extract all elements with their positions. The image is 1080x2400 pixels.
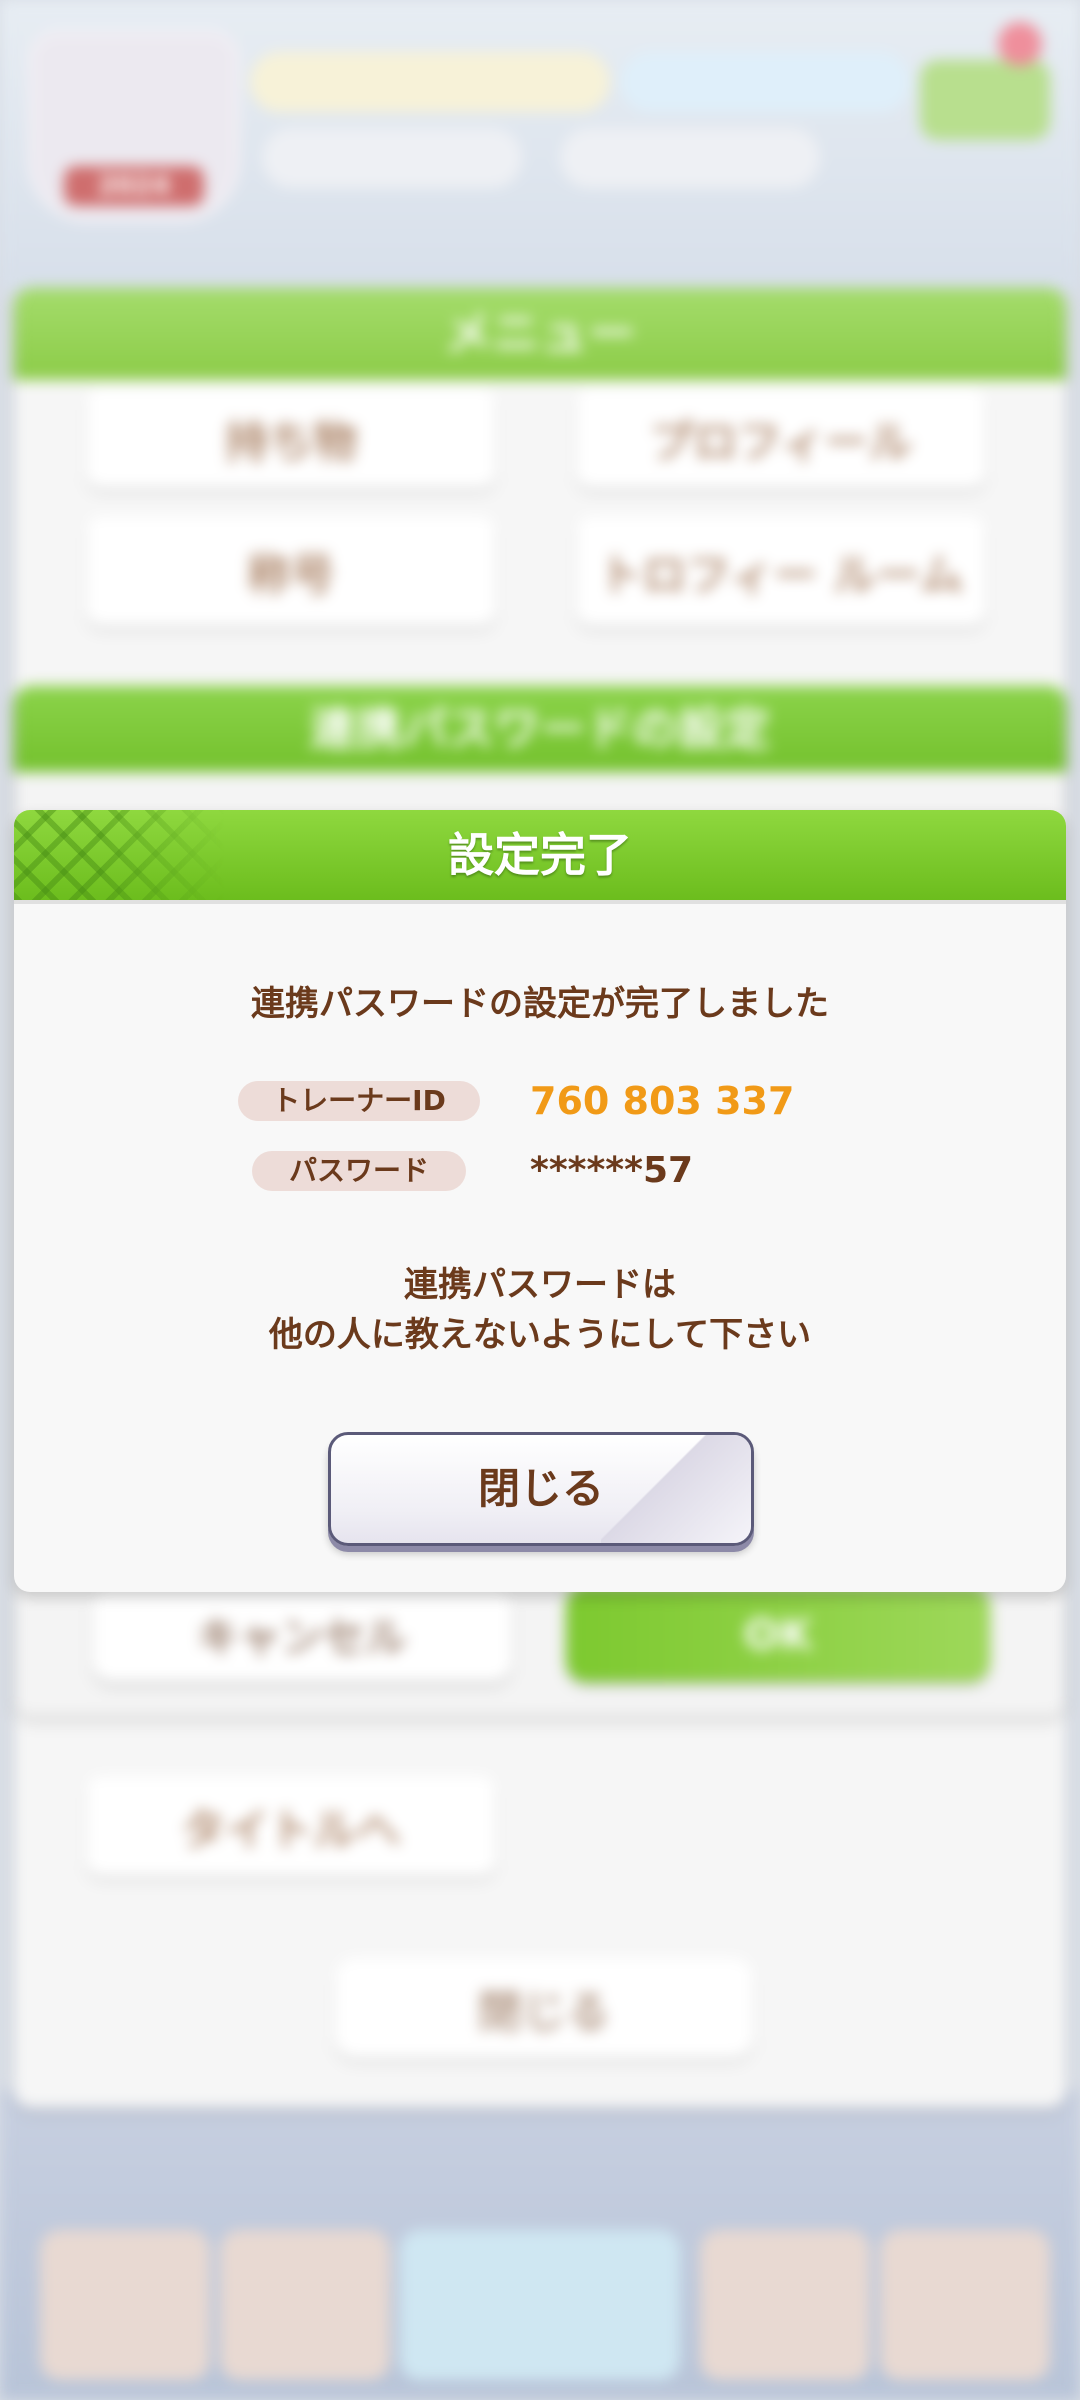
- emblem-year: 2024: [64, 166, 204, 206]
- bottom-tile: [880, 2230, 1050, 2380]
- warning-line-2: 他の人に教えないようにして下さい: [268, 1315, 812, 1355]
- password-settings-title: 連携パスワードの設定: [14, 686, 1066, 772]
- cancel-button: キャンセル: [92, 1586, 512, 1682]
- menu-item-items: 持ち物: [86, 388, 496, 488]
- menu-item-profile: プロフィール: [576, 388, 986, 488]
- menu-item-trophy-room: トロフィー ルーム: [576, 516, 986, 626]
- password-label: パスワード: [252, 1151, 466, 1191]
- bottom-tile: [220, 2230, 390, 2380]
- shop-button: [920, 60, 1050, 140]
- trainer-id-value: 760 803 337: [530, 1079, 795, 1123]
- event-chip: [250, 52, 610, 112]
- completion-message: 連携パスワードの設定が完了しました: [251, 984, 829, 1024]
- trainer-id-row: トレーナーID 760 803 337: [14, 1076, 1066, 1126]
- currency-chip-2: [560, 128, 820, 188]
- dialog-title: 設定完了: [448, 828, 632, 882]
- bottom-tile: [40, 2230, 210, 2380]
- password-value: ******57: [530, 1150, 694, 1191]
- ok-button: OK: [566, 1586, 990, 1682]
- bottom-tile: [400, 2230, 680, 2380]
- password-row: パスワード ******57: [14, 1146, 1066, 1196]
- currency-chip: [262, 128, 522, 188]
- warning-line-1: 連携パスワードは: [404, 1265, 676, 1305]
- menu-close-button: 閉じる: [334, 1958, 754, 2058]
- dialog-header: 設定完了: [14, 810, 1066, 904]
- menu-item-title: 称号: [86, 516, 496, 626]
- close-button-label: 閉じる: [477, 1464, 604, 1513]
- menu-title: メニュー: [14, 288, 1066, 380]
- event-chip-2: [620, 52, 910, 112]
- trainer-id-label: トレーナーID: [238, 1081, 480, 1121]
- setup-complete-dialog: 設定完了 連携パスワードの設定が完了しました トレーナーID 760 803 3…: [14, 810, 1066, 1592]
- close-button[interactable]: 閉じる: [328, 1432, 754, 1546]
- notification-badge: [998, 22, 1042, 66]
- security-warning: 連携パスワードは 他の人に教えないようにして下さい: [14, 1260, 1066, 1360]
- menu-item-to-title: タイトルへ: [86, 1776, 496, 1876]
- trainer-emblem: 2024: [28, 30, 240, 222]
- bottom-tile: [700, 2230, 870, 2380]
